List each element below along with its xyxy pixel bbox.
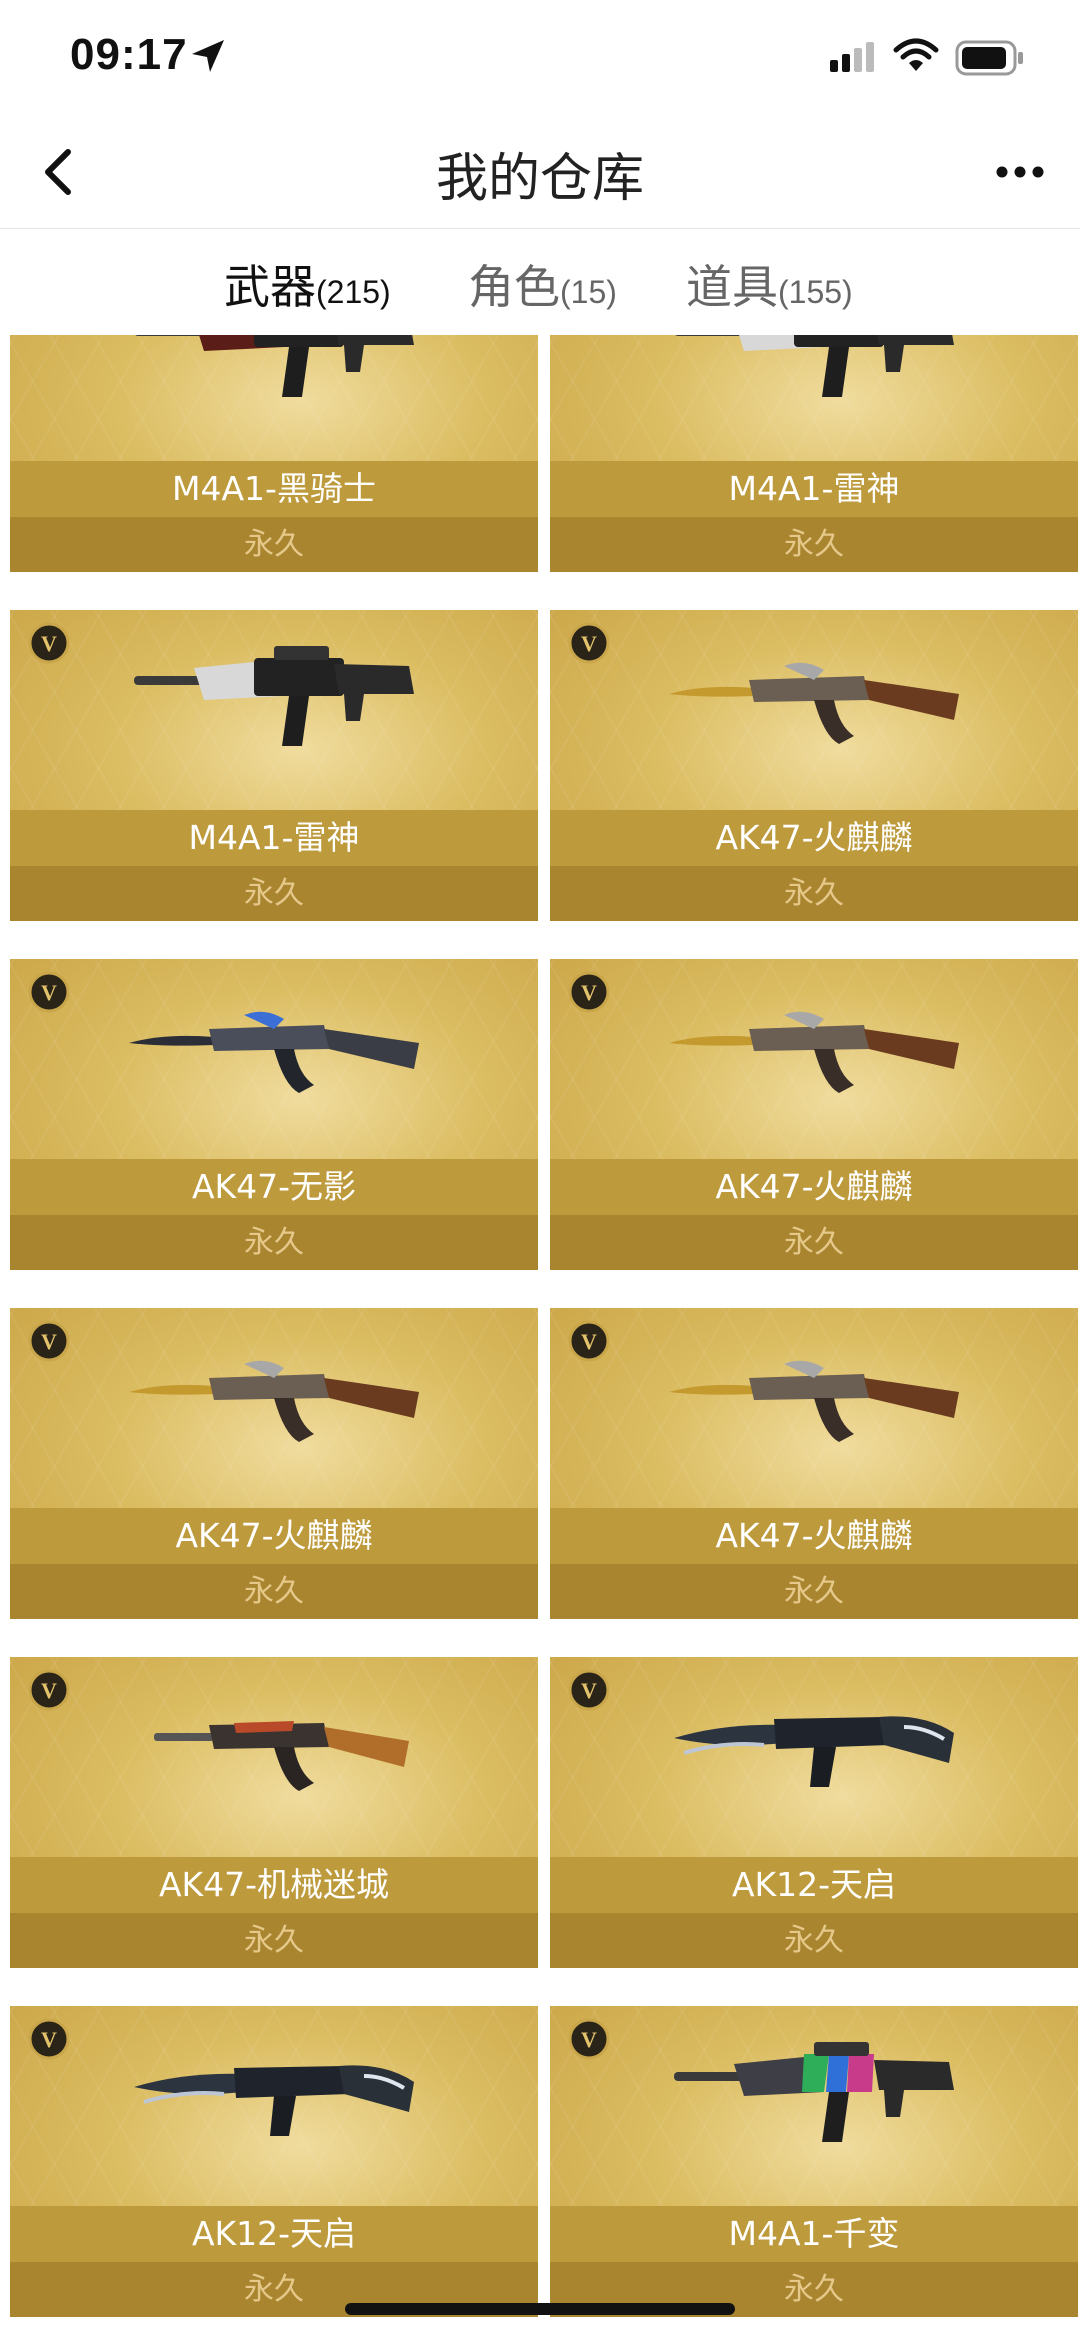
vip-badge-icon: V [28,2018,70,2060]
weapon-card[interactable]: V AK12-天启 永久 [550,1657,1078,1968]
weapon-card[interactable]: V M4A1-千变 永久 [550,2006,1078,2317]
svg-text:V: V [41,2027,57,2052]
svg-text:V: V [581,631,597,656]
weapon-grid: M4A1-黑骑士 永久 M4A1-雷神 永久 V M4A1-雷神 永久 V AK… [0,335,1080,2337]
ak12-rifle-icon [674,1716,954,1787]
cellular-signal-icon [830,42,874,72]
vip-badge-icon: V [28,971,70,1013]
tab-items[interactable]: 道具(155) [686,251,853,317]
item-name: AK47-火麒麟 [715,818,913,857]
item-duration: 永久 [784,1225,844,1260]
item-name: AK12-天启 [731,1865,897,1904]
tab-items-count: (155) [778,274,853,310]
tab-weapons-label: 武器 [224,260,316,314]
item-duration: 永久 [784,527,844,562]
vip-badge-icon: V [28,1669,70,1711]
item-name: M4A1-雷神 [728,469,900,508]
battery-icon [955,40,1023,76]
status-time: 09:17 [70,30,188,79]
vip-badge-icon: V [568,971,610,1013]
item-name: AK47-无影 [191,1167,357,1206]
m4a1-rifle-icon [135,335,414,397]
ak47-rifle-icon [669,662,959,744]
tab-weapons[interactable]: 武器(215) [224,251,391,317]
vip-badge-icon: V [568,622,610,664]
weapon-card[interactable]: M4A1-雷神 永久 [550,335,1078,572]
ak47-rifle-icon [129,1360,419,1442]
tab-characters-label: 角色 [468,260,560,314]
item-name: M4A1-雷神 [188,818,360,857]
item-duration: 永久 [244,1923,304,1958]
ak12-rifle-icon [134,2065,414,2136]
svg-text:V: V [581,1329,597,1354]
item-duration: 永久 [244,1225,304,1260]
ak47-rifle-icon [129,1011,419,1093]
navigation-bar: 我的仓库 [0,120,1080,228]
weapon-card[interactable]: V M4A1-雷神 永久 [10,610,538,921]
more-options-icon[interactable] [990,142,1050,202]
item-name: AK12-天启 [191,2214,357,2253]
vip-badge-icon: V [568,1669,610,1711]
weapon-card[interactable]: M4A1-黑骑士 永久 [10,335,538,572]
svg-text:V: V [581,2027,597,2052]
vip-badge-icon: V [568,2018,610,2060]
weapon-card[interactable]: V AK47-火麒麟 永久 [550,610,1078,921]
svg-text:V: V [41,1678,57,1703]
status-bar: 09:17 [0,0,1080,120]
item-name: AK47-机械迷城 [158,1865,390,1904]
m4a1-rifle-icon [675,335,954,397]
item-name: M4A1-千变 [728,2214,900,2253]
item-name: AK47-火麒麟 [715,1167,913,1206]
tab-characters[interactable]: 角色(15) [468,251,617,317]
wifi-icon [893,38,939,71]
tab-items-label: 道具 [686,260,778,314]
tab-weapons-count: (215) [316,274,391,310]
category-tabs: 武器(215) 角色(15) 道具(155) [0,229,1080,335]
ak47-rifle-icon [669,1360,959,1442]
svg-text:V: V [41,1329,57,1354]
page-title: 我的仓库 [435,149,644,209]
weapon-card[interactable]: V AK47-火麒麟 永久 [550,1308,1078,1619]
item-duration: 永久 [244,1574,304,1609]
tab-characters-count: (15) [560,274,617,310]
vip-badge-icon: V [28,1320,70,1362]
weapon-card[interactable]: V AK47-无影 永久 [10,959,538,1270]
item-name: AK47-火麒麟 [175,1516,373,1555]
item-duration: 永久 [244,876,304,911]
ak47-rifle-icon [154,1721,409,1791]
m4a1-rifle-icon [674,2042,954,2142]
m4a1-rifle-icon [134,646,414,746]
weapon-card[interactable]: V AK47-机械迷城 永久 [10,1657,538,1968]
item-name: M4A1-黑骑士 [172,469,376,508]
svg-text:V: V [41,980,57,1005]
vip-badge-icon: V [28,622,70,664]
svg-text:V: V [581,1678,597,1703]
item-duration: 永久 [784,876,844,911]
item-duration: 永久 [244,527,304,562]
home-indicator[interactable] [345,2303,735,2315]
svg-text:V: V [581,980,597,1005]
vip-badge-icon: V [568,1320,610,1362]
item-duration: 永久 [784,1923,844,1958]
item-duration: 永久 [784,1574,844,1609]
item-name: AK47-火麒麟 [715,1516,913,1555]
weapon-card[interactable]: V AK47-火麒麟 永久 [10,1308,538,1619]
ak47-rifle-icon [669,1011,959,1093]
svg-text:V: V [41,631,57,656]
weapon-card[interactable]: V AK47-火麒麟 永久 [550,959,1078,1270]
location-arrow-icon [192,40,224,72]
weapon-card[interactable]: V AK12-天启 永久 [10,2006,538,2317]
